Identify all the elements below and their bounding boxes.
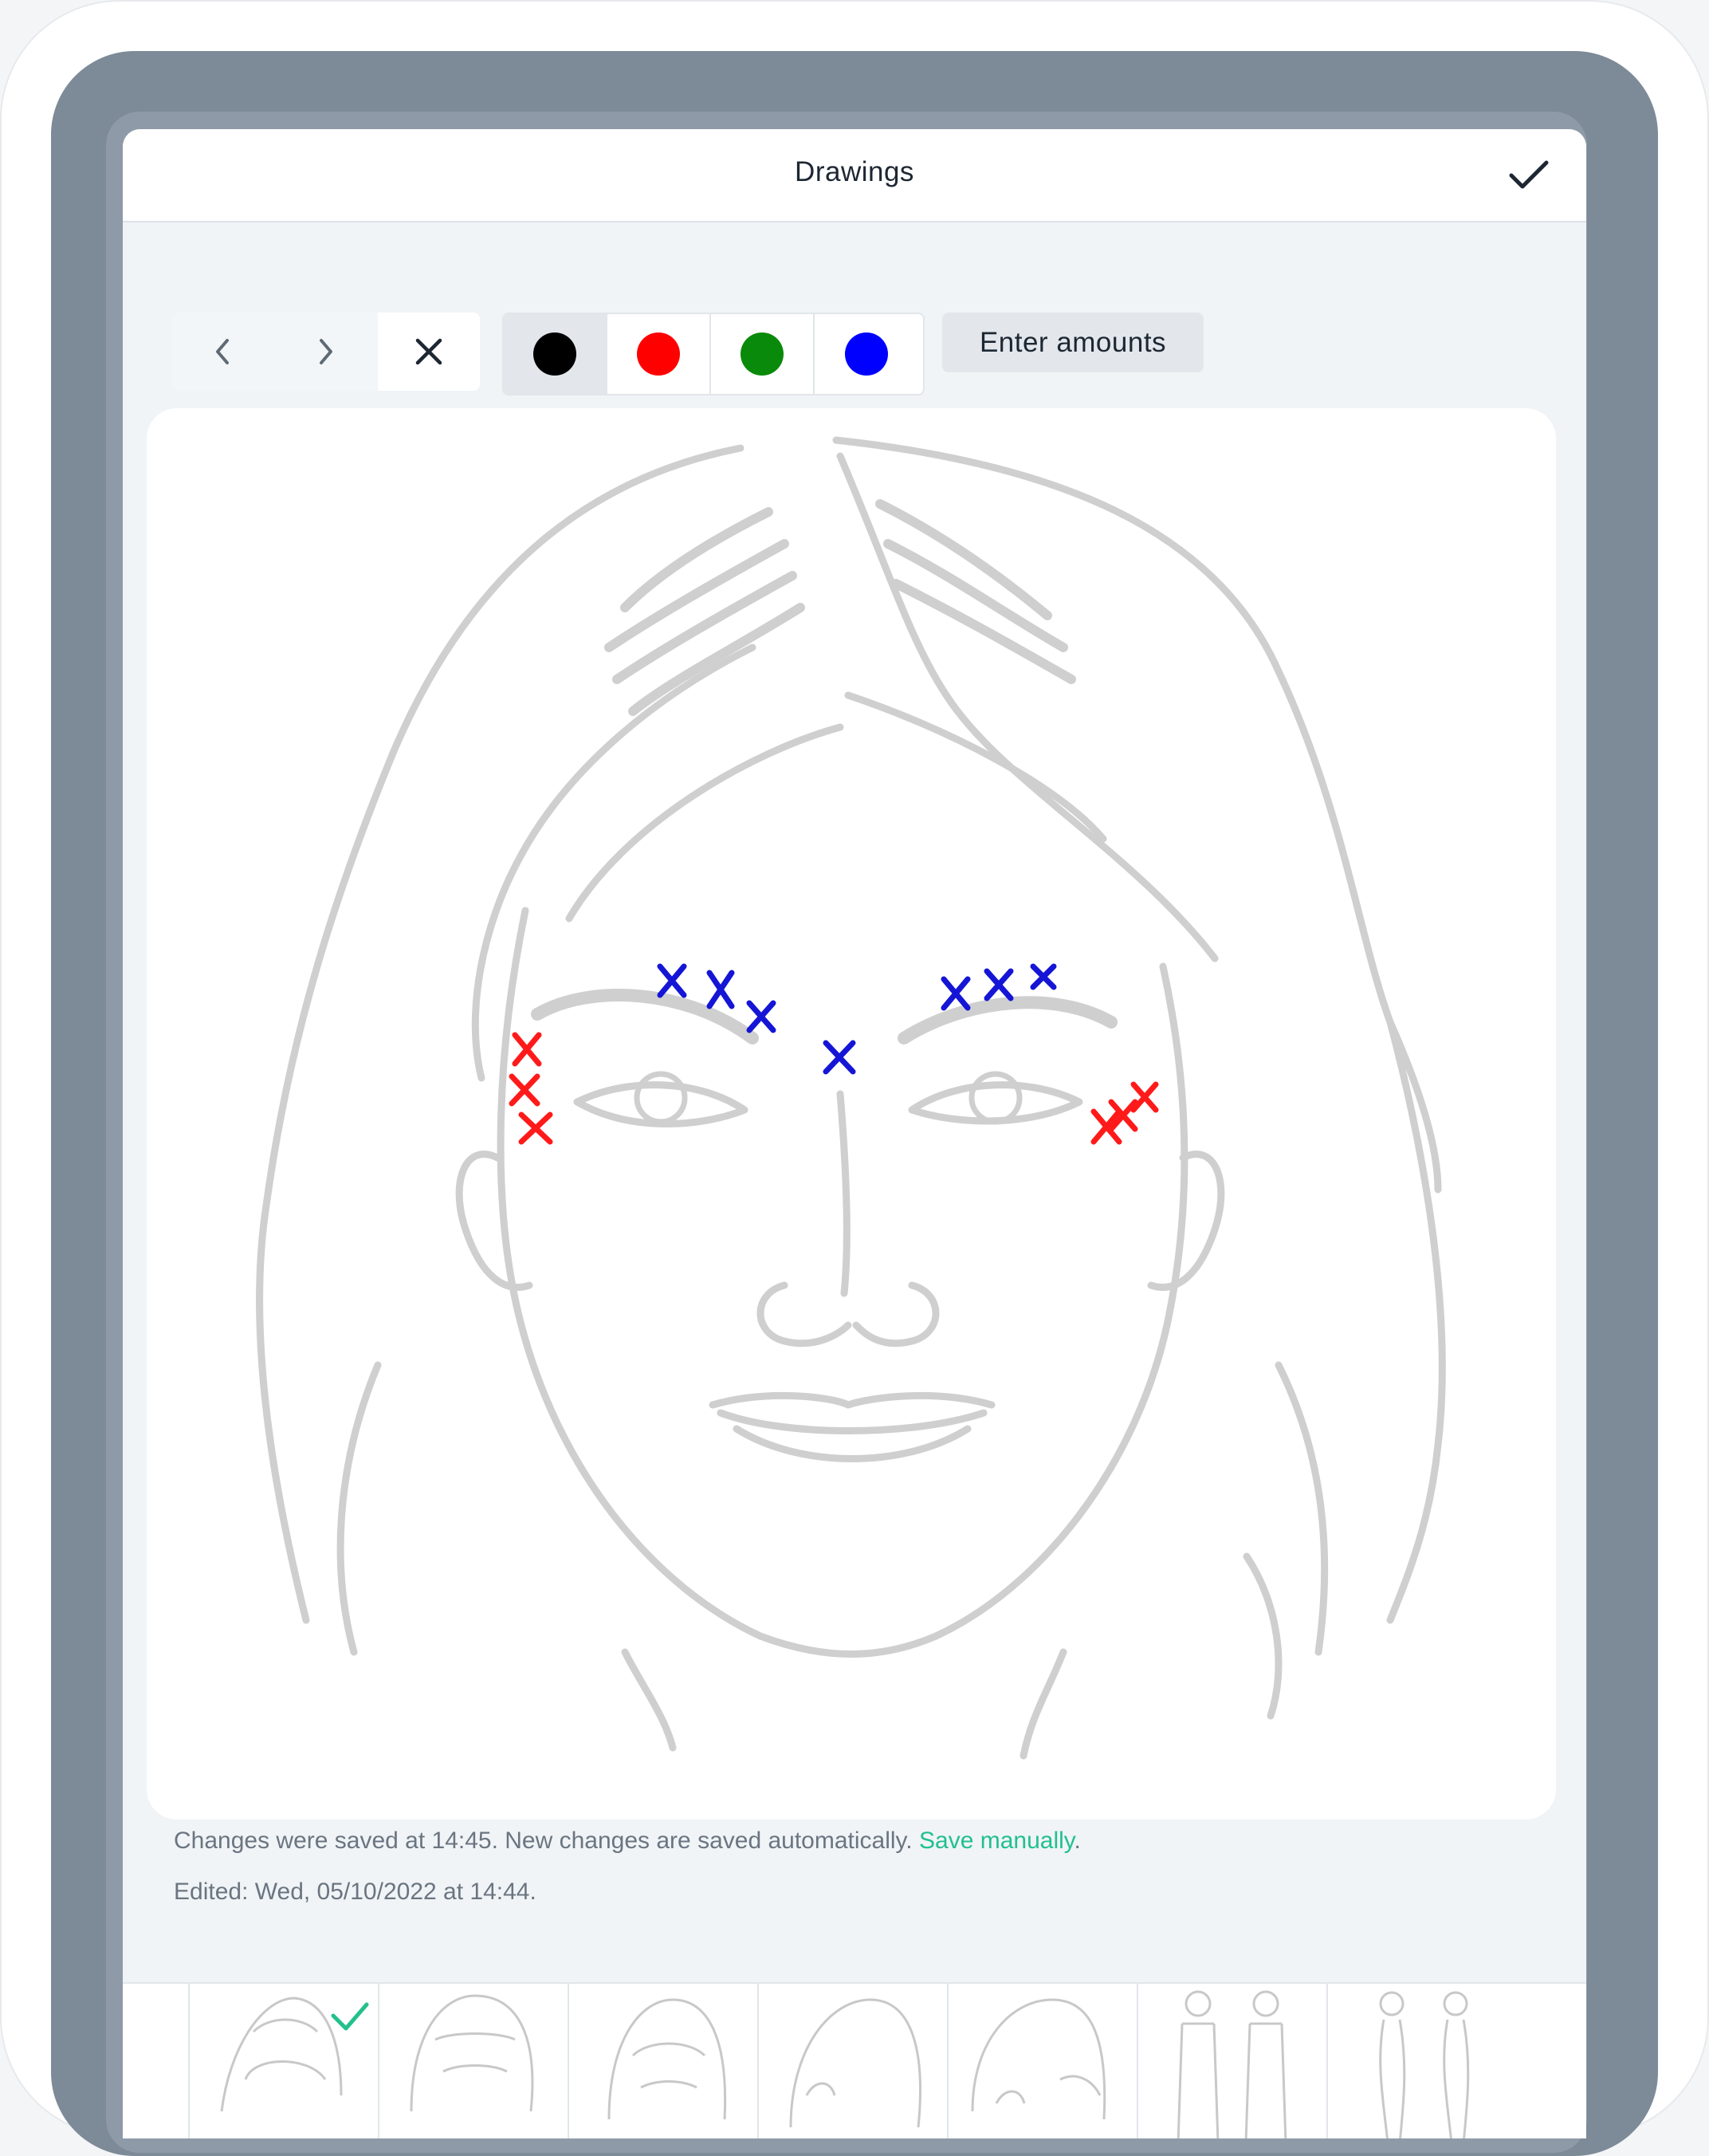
color-swatch-red (637, 332, 680, 376)
color-picker (502, 313, 925, 395)
face-front-thumbnail-icon (220, 1997, 369, 2112)
history-controls (172, 313, 480, 391)
body-front-back-thumbnail-icon (1177, 1990, 1287, 2138)
checkmark-icon (331, 2002, 369, 2031)
color-red-button[interactable] (607, 314, 711, 394)
close-icon (415, 338, 442, 365)
save-status-text: Changes were saved at 14:45. New changes… (174, 1827, 913, 1854)
drawings-screen: Drawings Enter amounts Changes were save… (123, 129, 1586, 2138)
color-swatch-green (741, 332, 784, 376)
thumbnail-face-front[interactable] (188, 1984, 378, 2138)
color-swatch-black (533, 332, 576, 376)
page-title: Drawings (795, 156, 914, 187)
thumbnail-body-side[interactable] (1326, 1984, 1516, 2138)
top-bar: Drawings (123, 129, 1586, 222)
redo-button[interactable] (274, 313, 376, 391)
color-blue-button[interactable] (815, 314, 918, 394)
thumbnail-body-front-back[interactable] (1137, 1984, 1326, 2138)
head-side-thumbnail-icon (789, 1998, 921, 2128)
thumbnail-face-frown[interactable] (568, 1984, 757, 2138)
done-button[interactable] (1507, 153, 1551, 198)
save-status-trailing: . (1074, 1827, 1081, 1854)
chevron-right-icon (320, 339, 332, 364)
color-green-button[interactable] (711, 314, 815, 394)
body-side-thumbnail-icon (1379, 1991, 1470, 2138)
template-thumbnails (123, 1982, 1586, 2138)
head-back-thumbnail-icon (971, 1998, 1106, 2120)
thumbnail-head-back[interactable] (947, 1984, 1137, 2138)
face-frown-thumbnail-icon (607, 1998, 727, 2120)
save-manually-link[interactable]: Save manually (919, 1827, 1075, 1854)
checkmark-icon (1509, 160, 1549, 189)
clear-button[interactable] (378, 313, 480, 391)
head-front-thumbnail-icon (410, 1994, 534, 2112)
undo-button[interactable] (172, 313, 274, 391)
face-outline-drawing (256, 436, 1446, 1760)
edited-timestamp: Edited: Wed, 05/10/2022 at 14:44. (174, 1879, 536, 1905)
chevron-left-icon (216, 339, 229, 364)
save-status: Changes were saved at 14:45. New changes… (174, 1827, 1081, 1855)
color-swatch-blue (845, 332, 888, 376)
drawing-canvas[interactable] (147, 408, 1556, 1820)
color-black-button[interactable] (504, 314, 607, 394)
thumbnail-head-front[interactable] (378, 1984, 568, 2138)
thumbnail-head-side[interactable] (757, 1984, 947, 2138)
enter-amounts-button[interactable]: Enter amounts (942, 313, 1204, 372)
